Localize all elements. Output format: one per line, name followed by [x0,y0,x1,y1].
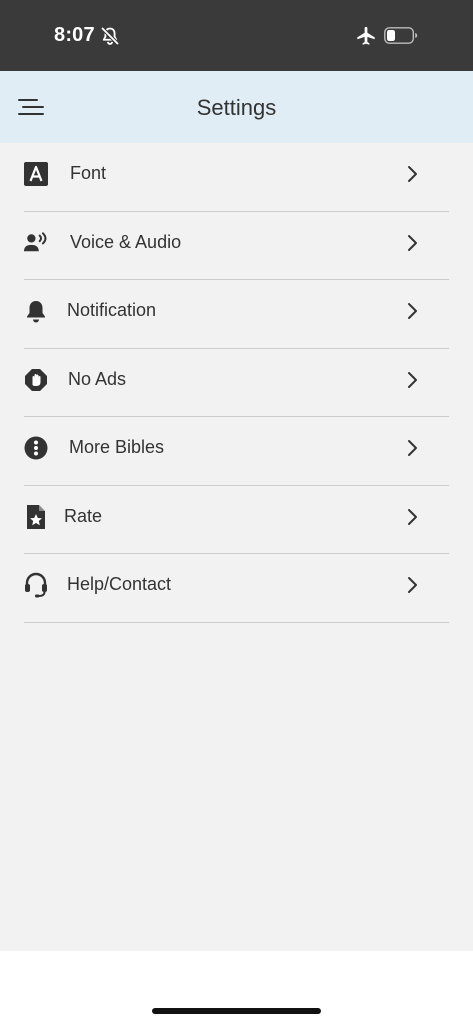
chevron-right-icon [408,303,417,319]
chevron-right-icon [408,440,417,456]
home-area [0,951,473,1024]
settings-item-label: Rate [64,505,103,526]
chevron-right-icon [408,577,417,593]
star-file-icon [24,504,48,529]
settings-item-label: Voice & Audio [70,231,182,252]
settings-item-font[interactable]: Font [24,143,449,212]
hand-stop-icon [24,368,48,392]
chevron-right-icon [408,371,417,388]
settings-item-label: Help/Contact [67,574,172,594]
settings-item-notification[interactable]: Notification [24,280,449,349]
status-time: 8:07 [54,24,95,46]
more-icon [24,436,48,460]
header-bar: Settings [0,71,473,143]
airplane-icon [357,26,375,45]
settings-item-help-contact[interactable]: Help/Contact [24,554,449,623]
settings-item-label: No Ads [68,368,127,389]
settings-content: Font Voice & Audio Notification No Ads M… [0,143,473,951]
chevron-right-icon [408,508,417,525]
settings-item-label: More Bibles [69,437,165,457]
battery-icon [384,27,418,44]
voice-icon [24,231,48,255]
settings-item-rate[interactable]: Rate [24,486,449,554]
settings-item-no-ads[interactable]: No Ads [24,349,449,417]
settings-item-label: Notification [67,300,157,320]
page-title: Settings [196,95,277,120]
settings-item-more-bibles[interactable]: More Bibles [24,417,449,486]
font-icon [24,162,48,186]
bell-slash-icon [101,27,119,45]
chevron-right-icon [408,234,417,251]
bell-icon [24,299,48,323]
chevron-right-icon [408,166,417,182]
settings-item-voice-audio[interactable]: Voice & Audio [24,212,449,280]
home-indicator[interactable] [152,1008,321,1014]
settings-item-label: Font [70,163,107,183]
status-bar: 8:07 [0,0,473,71]
settings-list: Font Voice & Audio Notification No Ads M… [24,143,449,623]
headset-icon [24,572,48,598]
